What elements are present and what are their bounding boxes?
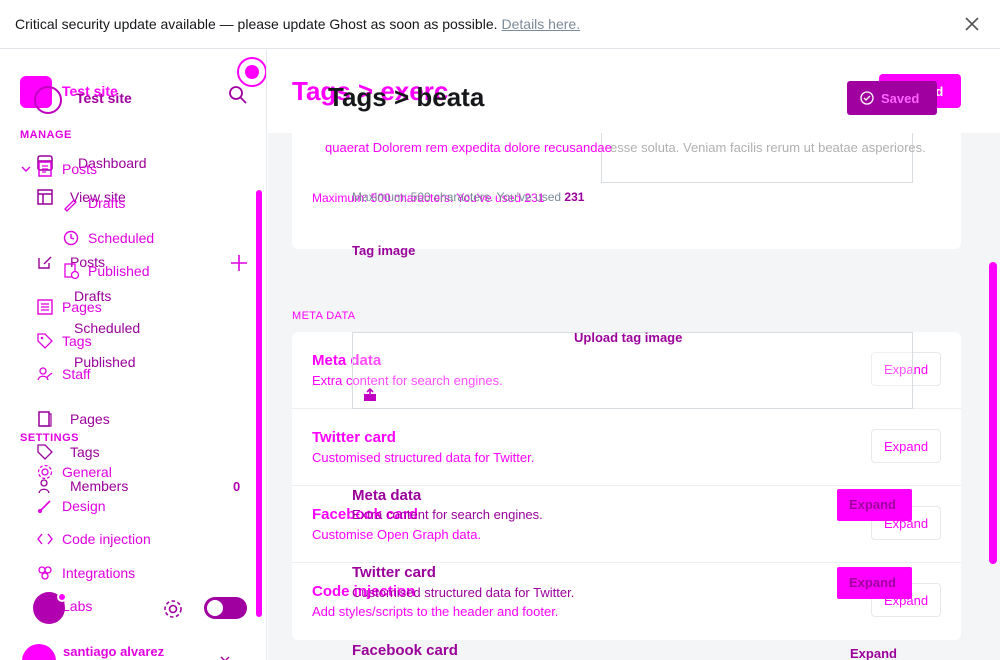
upload-icon	[364, 388, 376, 401]
overlay-meta-data-subtitle: Extra content for search engines.	[352, 507, 543, 522]
sidebar-item-label: Tags	[70, 444, 100, 460]
overlay-meta-data-title: Meta data	[352, 487, 422, 504]
page-header: Tags > exerc Tags > beata Saved Saved	[268, 50, 1000, 133]
code-icon	[37, 533, 53, 545]
site-title-overlay: Test site	[76, 90, 132, 106]
meta-row-title: Twitter card	[312, 429, 396, 446]
sidebar-item-label: Drafts	[88, 195, 126, 211]
sidebar-item-members[interactable]: Members	[36, 477, 128, 495]
sidebar-item-pages-overlay[interactable]: Pages	[36, 410, 110, 428]
chevron-down-icon[interactable]	[218, 652, 232, 660]
notice-details-link[interactable]: Details here.	[502, 16, 581, 32]
sidebar-item-label: Pages	[70, 411, 110, 427]
overlay-twitter-card-title: Twitter card	[352, 564, 436, 581]
sidebar-item-published[interactable]: Published	[62, 262, 150, 280]
sidebar-item-tags[interactable]: Tags	[36, 332, 92, 350]
meta-row-twitter-card: Twitter card Customised structured data …	[292, 409, 961, 486]
overlay-expand-twitter-card-button[interactable]: Expand	[837, 567, 912, 599]
page-icon	[38, 411, 52, 427]
saved-button[interactable]: Saved	[847, 81, 937, 115]
sidebar-item-integrations[interactable]: Integrations	[36, 564, 135, 582]
sidebar-item-label: Pages	[62, 299, 102, 315]
breadcrumb[interactable]: Tags > beata	[328, 82, 484, 113]
search-icon[interactable]	[227, 84, 249, 106]
sidebar-item-label: Staff	[62, 366, 91, 382]
integrations-icon	[38, 566, 52, 580]
browser-icon	[37, 189, 53, 205]
overlay-expand-meta-data-button[interactable]: Expand	[837, 489, 912, 521]
avatar-badge	[57, 592, 67, 602]
meta-row-subtitle: Add styles/scripts to the header and foo…	[312, 604, 559, 619]
sidebar-item-label: Design	[62, 498, 106, 514]
sidebar-item-label: Tags	[62, 333, 92, 349]
sidebar-item-staff[interactable]: Staff	[36, 365, 91, 383]
members-count: 0	[233, 479, 241, 494]
main-scrollbar[interactable]	[989, 262, 997, 564]
sidebar-item-scheduled[interactable]: Scheduled	[62, 229, 154, 247]
sidebar-item-label: Scheduled	[88, 230, 155, 246]
pages-icon	[37, 299, 53, 315]
sidebar-item-label: Published	[88, 263, 150, 279]
settings-gear-icon[interactable]	[162, 598, 184, 620]
sidebar-scrollbar[interactable]	[256, 190, 262, 617]
tag-icon	[37, 444, 53, 460]
edit-icon	[38, 256, 52, 269]
check-circle-icon	[860, 91, 874, 105]
night-mode-toggle[interactable]	[204, 597, 247, 619]
user-avatar[interactable]	[22, 644, 56, 660]
meta-data-heading: META DATA	[292, 310, 356, 322]
sidebar-item-pages[interactable]: Pages	[36, 298, 102, 316]
sidebar-item-label: Integrations	[62, 565, 136, 581]
sidebar-item-code-injection[interactable]: Code injection	[36, 530, 151, 548]
manage-heading: MANAGE	[20, 129, 72, 141]
posts-icon	[38, 161, 52, 177]
pen-icon	[64, 199, 77, 212]
sidebar-item-label: Members	[70, 478, 129, 494]
notification-dot-icon[interactable]	[237, 57, 266, 87]
max-chars-count: 231	[564, 190, 585, 204]
description-text[interactable]: quaerat Dolorem rem expedita dolore recu…	[325, 139, 915, 156]
max-chars-label: Maximum: 500 characters. You've used	[352, 190, 562, 204]
close-icon[interactable]	[962, 14, 982, 34]
published-icon	[64, 263, 80, 280]
tag-description-card: esse soluta. Veniam facilis rerum ut bea…	[292, 133, 961, 258]
tag-icon	[37, 333, 53, 349]
expand-twitter-card-button[interactable]: Expand	[871, 429, 941, 463]
sidebar-item-label: Posts	[62, 161, 98, 177]
staff-icon	[37, 367, 53, 381]
add-post-icon[interactable]	[229, 253, 249, 273]
brush-icon	[38, 500, 51, 513]
clock-icon	[63, 230, 79, 246]
sidebar-item-label: Code injection	[62, 531, 151, 547]
sidebar-item-design[interactable]: Design	[36, 497, 106, 515]
sidebar-item-posts[interactable]: Posts	[20, 160, 97, 178]
meta-row-subtitle: Customised structured data for Twitter.	[312, 450, 535, 465]
sidebar-item-label: Labs	[62, 598, 93, 614]
sidebar-item-tags-overlay[interactable]: Tags	[36, 443, 100, 461]
chevron-down-icon	[21, 166, 31, 172]
notice-text: Critical security update available — ple…	[15, 16, 498, 32]
sidebar: Test site Test site MANAGE Dashboard Pos…	[0, 50, 267, 660]
main-content: Tags > exerc Tags > beata Saved Saved es…	[268, 50, 1000, 660]
upload-tag-image-label[interactable]: Upload tag image	[574, 330, 682, 345]
members-icon	[38, 479, 50, 494]
max-chars-hint: Maximum: 500 characters. You've used 231	[352, 190, 584, 204]
tag-image-label: Tag image	[352, 243, 416, 258]
sidebar-item-drafts[interactable]: Drafts	[62, 194, 125, 212]
user-name[interactable]: santiago alvarez	[63, 644, 164, 659]
overlay-facebook-card-title: Facebook card	[352, 642, 458, 659]
security-notice-bar: Critical security update available — ple…	[0, 0, 1000, 49]
overlay-expand-facebook-card-label[interactable]: Expand	[850, 646, 897, 660]
saved-label: Saved	[881, 90, 920, 106]
overlay-twitter-card-subtitle: Customised structured data for Twitter.	[352, 585, 575, 600]
meta-row-subtitle: Customise Open Graph data.	[312, 527, 482, 542]
site-logo-ring	[34, 86, 62, 114]
